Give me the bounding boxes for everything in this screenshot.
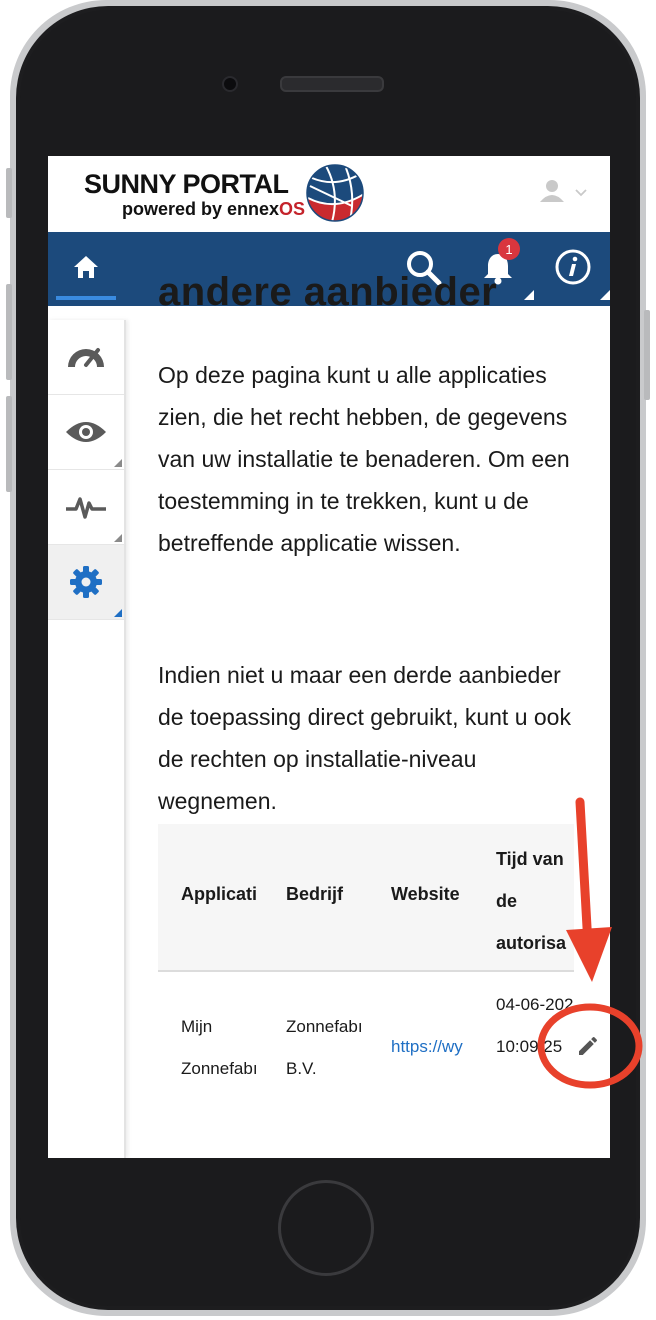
intro-paragraph: Op deze pagina kunt u alle applicaties z… (158, 362, 570, 556)
home-active-indicator (56, 296, 116, 300)
third-party-paragraph: Indien niet u maar een derde aanbieder d… (158, 662, 571, 814)
gauge-icon (68, 348, 104, 367)
bell-menu-indicator (524, 290, 534, 300)
brand-title: SUNNY PORTAL (84, 169, 289, 199)
sidebar-item-analysis[interactable] (48, 470, 124, 545)
screen: SUNNY PORTAL powered by ennexOS 1 andere… (48, 156, 610, 1158)
user-icon (540, 180, 587, 202)
submenu-indicator (114, 459, 122, 467)
sidebar-item-monitoring[interactable] (48, 395, 124, 470)
globe-logo-icon (306, 164, 364, 222)
sidebar-item-dashboard[interactable] (48, 320, 124, 395)
sidebar-item-settings[interactable] (48, 545, 124, 620)
cell-application: Mijn Zonnefabı (181, 1017, 258, 1078)
pulse-icon (66, 497, 106, 519)
column-header-company[interactable]: Bedrijf (286, 884, 374, 905)
side-navigation (48, 320, 126, 1158)
top-header: SUNNY PORTAL powered by ennexOS (48, 156, 610, 232)
user-menu[interactable] (538, 178, 596, 213)
home-icon (74, 256, 98, 278)
cell-authorization-time: 04-06-202 10:09:25 (496, 995, 574, 1056)
column-header-application[interactable]: Applicati (181, 884, 261, 905)
phone-power-button (644, 310, 650, 400)
home-button[interactable] (56, 232, 116, 302)
cell-website-link[interactable]: https://w​y (391, 1026, 475, 1068)
gear-icon (70, 566, 102, 598)
phone-home-button[interactable] (278, 1180, 374, 1276)
info-menu-indicator (600, 290, 610, 300)
brand-subtitle: powered by ennexOS (122, 199, 306, 219)
phone-speaker (280, 76, 384, 92)
notification-badge: 1 (498, 238, 520, 260)
table-header-row: Applicati Bedrijf Website Tijd van de au… (158, 824, 574, 972)
column-header-website[interactable]: Website (391, 884, 475, 905)
chevron-down-icon (575, 189, 587, 197)
phone-camera (222, 76, 238, 92)
pencil-icon[interactable] (576, 1034, 600, 1058)
column-header-authorization-time[interactable]: Tijd van de autorisa (496, 838, 574, 964)
submenu-indicator (114, 609, 122, 617)
cell-company: Zonnefabı B.V. (286, 1017, 363, 1078)
phone-volume-down (6, 396, 12, 492)
content-area: andere aanbieder Op deze pagina kunt u a… (48, 270, 610, 1158)
phone-silent-switch (6, 168, 12, 218)
eye-icon (66, 422, 106, 442)
phone-volume-up (6, 284, 12, 380)
info-icon[interactable] (554, 248, 592, 286)
submenu-indicator (114, 534, 122, 542)
page-heading: andere aanbieder (158, 270, 498, 314)
brand-logo[interactable]: SUNNY PORTAL powered by ennexOS (84, 170, 305, 220)
